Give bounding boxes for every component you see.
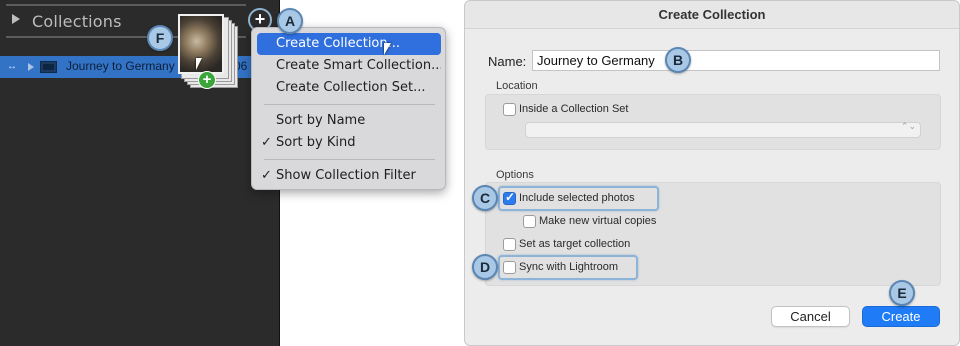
menu-item-create-collection[interactable]: Create Collection... <box>257 33 441 55</box>
menu-item-label: Create Smart Collection... <box>276 58 441 73</box>
options-label: Options <box>496 169 534 181</box>
callout-b: B <box>665 47 691 73</box>
collection-set-select[interactable]: ⌃⌄ <box>525 122 921 138</box>
menu-item-create-collection-set[interactable]: Create Collection Set... <box>257 77 441 99</box>
menu-item-label: Sort by Kind <box>276 135 356 150</box>
set-target-collection-label: Set as target collection <box>519 238 631 250</box>
collection-name-input[interactable] <box>532 50 940 71</box>
make-virtual-copies-label: Make new virtual copies <box>539 215 657 227</box>
collection-context-menu: Create Collection... Create Smart Collec… <box>251 27 446 190</box>
dialog-titlebar: Create Collection <box>465 1 959 29</box>
callout-e: E <box>889 280 915 306</box>
screenshot-stage: Collections + ↔ Journey to Germany 06 + … <box>0 0 960 346</box>
collections-title: Collections <box>32 12 122 31</box>
callout-a: A <box>277 8 303 34</box>
sync-with-lightroom-checkbox[interactable] <box>503 261 516 274</box>
select-arrows-icon: ⌃⌄ <box>900 121 916 131</box>
checkmark-icon: ✓ <box>261 135 272 150</box>
mouse-pointer-icon <box>384 43 391 55</box>
menu-separator <box>264 159 435 160</box>
menu-item-create-smart-collection[interactable]: Create Smart Collection... <box>257 55 441 77</box>
dragged-photos-stack: + <box>178 14 242 100</box>
menu-item-label: Sort by Name <box>276 113 366 128</box>
panel-divider-top <box>6 4 246 6</box>
add-plus-icon: + <box>198 71 216 89</box>
disclosure-triangle-icon[interactable] <box>12 14 20 24</box>
include-selected-photos-checkbox[interactable] <box>503 190 516 205</box>
name-label: Name: <box>488 54 527 69</box>
set-target-collection-checkbox[interactable] <box>503 238 516 251</box>
menu-item-label: Create Collection... <box>276 36 401 51</box>
menu-item-label: Create Collection Set... <box>276 80 426 95</box>
cancel-button[interactable]: Cancel <box>771 306 850 327</box>
callout-c: C <box>472 185 498 211</box>
menu-item-show-collection-filter[interactable]: ✓ Show Collection Filter <box>257 165 441 187</box>
row-expand-icon[interactable] <box>28 63 34 71</box>
make-virtual-copies-checkbox[interactable] <box>523 215 536 228</box>
dialog-title: Create Collection <box>658 7 766 22</box>
checkmark-icon: ✓ <box>261 168 272 183</box>
sync-arrows-icon: ↔ <box>7 61 17 72</box>
collection-icon <box>40 61 57 73</box>
mouse-pointer-icon <box>196 58 202 70</box>
collections-panel: Collections + ↔ Journey to Germany 06 + <box>0 0 280 346</box>
create-button[interactable]: Create <box>862 306 940 327</box>
location-label: Location <box>496 80 538 92</box>
menu-separator <box>264 104 435 105</box>
menu-item-label: Show Collection Filter <box>276 168 416 183</box>
callout-f: F <box>147 25 173 51</box>
include-selected-photos-label: Include selected photos <box>519 192 635 204</box>
menu-item-sort-by-kind[interactable]: ✓ Sort by Kind <box>257 132 441 154</box>
collection-name: Journey to Germany <box>66 59 175 73</box>
inside-collection-set-label: Inside a Collection Set <box>519 103 629 115</box>
create-collection-dialog: Create Collection Name: Location Inside … <box>464 0 960 346</box>
menu-item-sort-by-name[interactable]: Sort by Name <box>257 110 441 132</box>
inside-collection-set-checkbox[interactable] <box>503 103 516 116</box>
sync-with-lightroom-label: Sync with Lightroom <box>519 261 619 273</box>
callout-d: D <box>472 254 498 280</box>
